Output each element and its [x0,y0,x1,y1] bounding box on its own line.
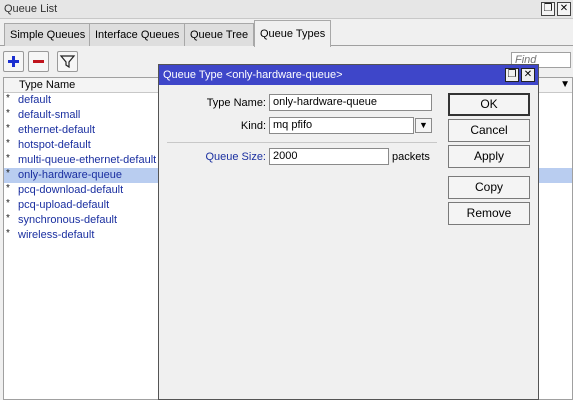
list-item-name: default [18,94,52,106]
type-name-field[interactable]: only-hardware-queue [269,94,432,111]
default-marker: * [6,183,10,194]
kind-select[interactable]: mq pfifo [269,117,414,134]
close-icon[interactable]: ✕ [557,2,571,16]
default-marker: * [6,198,10,209]
default-marker: * [6,168,10,179]
filter-button[interactable] [57,51,78,72]
list-item-name: default-small [18,109,81,121]
list-item-name: hotspot-default [18,139,91,151]
queue-size-field[interactable]: 2000 [269,148,389,165]
dialog-title-bar[interactable]: Queue Type <only-hardware-queue> ❐ ✕ [159,65,538,85]
list-item-name: synchronous-default [18,214,118,226]
separator [167,142,437,143]
tab-bar: Simple Queues Interface Queues Queue Tre… [0,19,573,47]
remove-button[interactable] [28,51,49,72]
default-marker: * [6,228,10,239]
column-menu-icon[interactable]: ▼ [560,79,570,90]
type-name-label: Type Name: [206,97,266,109]
add-button[interactable] [3,51,24,72]
remove-item-button[interactable]: Remove [448,202,530,225]
list-item-name: multi-queue-ethernet-default [18,154,157,166]
list-item-name: only-hardware-queue [18,169,122,181]
plus-icon [8,56,19,67]
default-marker: * [6,108,10,119]
default-marker: * [6,213,10,224]
tab-queue-tree[interactable]: Queue Tree [184,23,255,46]
queue-type-dialog: Queue Type <only-hardware-queue> ❐ ✕ Typ… [158,64,539,400]
cancel-button[interactable]: Cancel [448,119,530,142]
ok-button[interactable]: OK [448,93,530,116]
restore-icon[interactable]: ❐ [505,68,519,82]
list-item-name: ethernet-default [18,124,96,136]
kind-dropdown-icon[interactable]: ▼ [415,118,432,133]
filter-icon [59,55,76,69]
queue-size-label[interactable]: Queue Size: [166,151,266,163]
list-item-name: pcq-download-default [18,184,124,196]
copy-button[interactable]: Copy [448,176,530,199]
dialog-title: Queue Type <only-hardware-queue> [163,69,343,81]
list-item-name: pcq-upload-default [18,199,110,211]
tab-interface-queues[interactable]: Interface Queues [89,23,186,46]
default-marker: * [6,123,10,134]
window-title: Queue List [4,3,58,15]
minus-icon [33,60,44,63]
tab-simple-queues[interactable]: Simple Queues [4,23,92,46]
close-icon[interactable]: ✕ [521,68,535,82]
kind-label: Kind: [240,120,266,132]
queue-size-unit: packets [392,151,430,163]
default-marker: * [6,138,10,149]
list-item-name: wireless-default [18,229,95,241]
column-header-type-name[interactable]: Type Name [19,79,75,91]
restore-icon[interactable]: ❐ [541,2,555,16]
default-marker: * [6,153,10,164]
window-title-bar: Queue List ❐ ✕ [0,0,573,19]
default-marker: * [6,93,10,104]
tab-queue-types[interactable]: Queue Types [254,20,332,47]
apply-button[interactable]: Apply [448,145,530,168]
